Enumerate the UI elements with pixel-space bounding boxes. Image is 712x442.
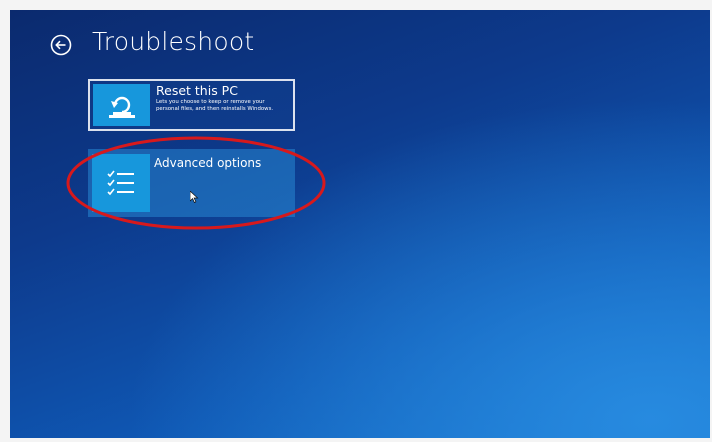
reset-pc-icon bbox=[93, 84, 150, 126]
back-button[interactable] bbox=[50, 34, 72, 56]
back-arrow-circle-icon bbox=[50, 34, 72, 56]
tile-title: Reset this PC bbox=[156, 83, 238, 98]
photo-frame: Troubleshoot Reset this PC Lets you choo… bbox=[0, 0, 712, 442]
tile-description: Lets you choose to keep or remove your p… bbox=[156, 99, 274, 112]
page-title: Troubleshoot bbox=[92, 27, 255, 56]
reset-this-pc-tile[interactable]: Reset this PC Lets you choose to keep or… bbox=[88, 79, 295, 131]
recovery-screen: Troubleshoot Reset this PC Lets you choo… bbox=[10, 10, 710, 438]
highlight-circle-annotation bbox=[66, 136, 326, 230]
